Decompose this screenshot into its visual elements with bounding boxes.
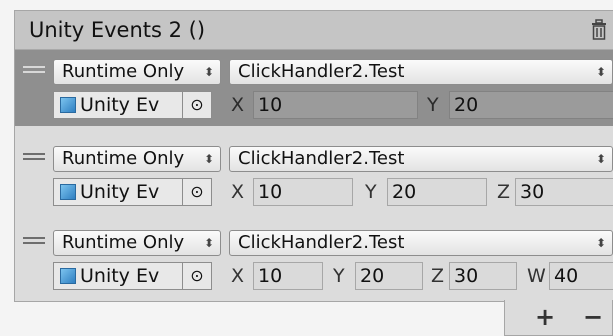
object-field[interactable]: Unity Ev — [53, 262, 183, 290]
param-y-label: Y — [365, 181, 377, 203]
runtime-mode-label: Runtime Only — [62, 148, 185, 169]
function-dropdown[interactable]: ClickHandler2.Test ⬍ — [229, 59, 613, 85]
drag-handle-icon[interactable] — [23, 237, 45, 247]
object-picker-icon[interactable]: ⊙ — [182, 178, 212, 206]
object-picker-icon[interactable]: ⊙ — [182, 262, 212, 290]
trash-icon[interactable] — [589, 19, 609, 41]
function-label: ClickHandler2.Test — [238, 61, 405, 82]
param-x-label: X — [231, 265, 245, 287]
param-z-field[interactable]: 30 — [515, 178, 613, 206]
event-entry[interactable]: Runtime Only ⬍ ClickHandler2.Test ⬍ Unity … — [15, 50, 613, 126]
object-name: Unity Ev — [80, 181, 160, 203]
remove-event-button[interactable]: − — [583, 304, 603, 330]
param-x-field[interactable]: 10 — [253, 178, 353, 206]
param-z-field[interactable]: 30 — [449, 262, 517, 290]
dropdown-arrow-icon: ⬍ — [203, 152, 214, 166]
add-event-button[interactable]: + — [535, 304, 555, 330]
event-title: Unity Events 2 () — [29, 18, 206, 42]
param-x-label: X — [231, 94, 245, 116]
param-z-label: Z — [431, 265, 445, 287]
object-name: Unity Ev — [80, 265, 160, 287]
param-w-field[interactable]: 40 — [549, 262, 613, 290]
param-x-label: X — [231, 181, 245, 203]
dropdown-arrow-icon: ⬍ — [595, 152, 606, 166]
function-label: ClickHandler2.Test — [238, 232, 405, 253]
unity-object-icon — [60, 184, 76, 200]
runtime-mode-label: Runtime Only — [62, 61, 185, 82]
dropdown-arrow-icon: ⬍ — [595, 236, 606, 250]
param-x-field[interactable]: 10 — [253, 91, 418, 119]
object-name: Unity Ev — [80, 94, 160, 116]
event-entry[interactable]: Runtime Only ⬍ ClickHandler2.Test ⬍ Unity … — [15, 223, 613, 293]
param-z-label: Z — [497, 181, 511, 203]
param-x-field[interactable]: 10 — [253, 262, 323, 290]
runtime-mode-dropdown[interactable]: Runtime Only ⬍ — [53, 146, 221, 172]
drag-handle-icon[interactable] — [23, 66, 45, 76]
param-y-label: Y — [427, 94, 439, 116]
unity-object-icon — [60, 97, 76, 113]
unity-object-icon — [60, 268, 76, 284]
object-field[interactable]: Unity Ev — [53, 91, 183, 119]
runtime-mode-dropdown[interactable]: Runtime Only ⬍ — [53, 59, 221, 85]
param-y-field[interactable]: 20 — [387, 178, 487, 206]
function-dropdown[interactable]: ClickHandler2.Test ⬍ — [229, 146, 613, 172]
dropdown-arrow-icon: ⬍ — [203, 65, 214, 79]
dropdown-arrow-icon: ⬍ — [595, 65, 606, 79]
param-y-field[interactable]: 20 — [449, 91, 613, 119]
function-label: ClickHandler2.Test — [238, 148, 405, 169]
drag-handle-icon[interactable] — [23, 153, 45, 163]
list-footer: + − — [504, 300, 613, 336]
param-w-label: W — [527, 265, 546, 287]
param-y-field[interactable]: 20 — [355, 262, 423, 290]
function-dropdown[interactable]: ClickHandler2.Test ⬍ — [229, 230, 613, 256]
runtime-mode-dropdown[interactable]: Runtime Only ⬍ — [53, 230, 221, 256]
object-field[interactable]: Unity Ev — [53, 178, 183, 206]
runtime-mode-label: Runtime Only — [62, 232, 185, 253]
object-picker-icon[interactable]: ⊙ — [182, 91, 212, 119]
param-y-label: Y — [333, 265, 345, 287]
event-entry[interactable]: Runtime Only ⬍ ClickHandler2.Test ⬍ Unity … — [15, 139, 613, 209]
dropdown-arrow-icon: ⬍ — [203, 236, 214, 250]
panel-header: Unity Events 2 () — [15, 11, 613, 50]
unity-event-panel: Unity Events 2 () Runtime Only ⬍ ClickHan… — [14, 10, 613, 302]
